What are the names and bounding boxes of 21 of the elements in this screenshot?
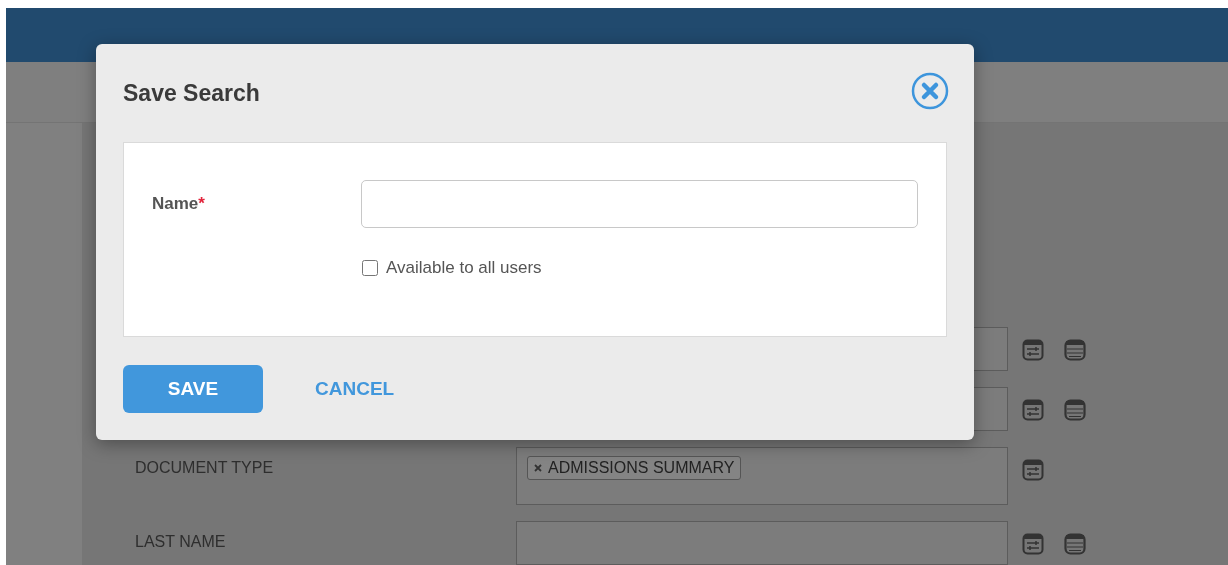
field-label: LAST NAME	[135, 533, 226, 550]
close-icon[interactable]	[911, 72, 949, 110]
field-label: DOCUMENT TYPE	[135, 459, 274, 476]
checkbox-label: Available to all users	[386, 258, 542, 278]
checkbox[interactable]	[362, 260, 378, 276]
dialog-title: Save Search	[123, 79, 260, 107]
remove-icon[interactable]	[534, 464, 542, 472]
table-icon[interactable]	[1064, 533, 1086, 555]
tag-label: ADMISSIONS SUMMARY	[548, 459, 735, 477]
sliders-icon[interactable]	[1022, 399, 1044, 421]
sliders-icon[interactable]	[1022, 339, 1044, 361]
input-field[interactable]	[516, 521, 1008, 565]
table-icon[interactable]	[1064, 399, 1086, 421]
name-input[interactable]	[361, 180, 918, 228]
name-label: Name*	[152, 194, 206, 214]
cancel-button[interactable]: CANCEL	[313, 374, 397, 404]
input-field[interactable]: ADMISSIONS SUMMARY	[516, 447, 1008, 505]
sliders-icon[interactable]	[1022, 459, 1044, 481]
sliders-icon[interactable]	[1022, 533, 1044, 555]
save-button[interactable]: SAVE	[123, 365, 263, 413]
table-icon[interactable]	[1064, 339, 1086, 361]
